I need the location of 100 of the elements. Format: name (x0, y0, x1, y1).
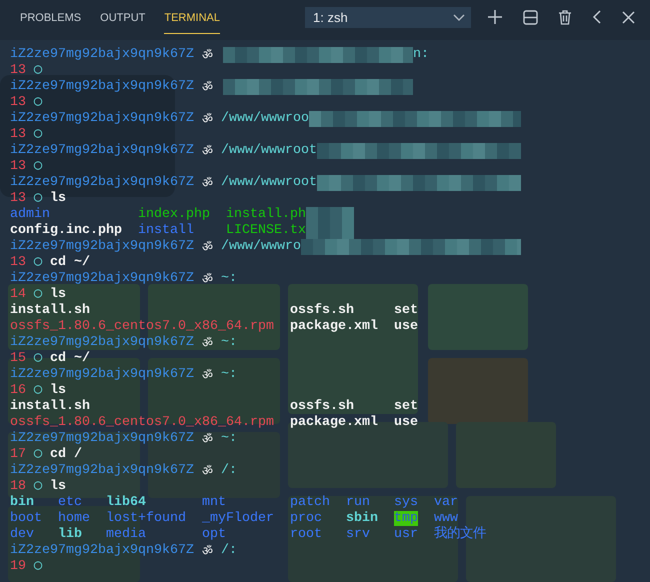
line-number: 13 (10, 127, 26, 143)
prompt-host: iZ2ze97mg92bajx9qn9k67Z (10, 463, 194, 479)
prompt-host: iZ2ze97mg92bajx9qn9k67Z (10, 271, 194, 287)
file-name: sbin (346, 511, 378, 526)
prompt-path: /www/wwwro (220, 239, 301, 255)
prompt-path: ~: (220, 271, 237, 287)
om-symbol: ॐ (202, 431, 213, 447)
prompt-marker: ◯ (34, 127, 42, 143)
prompt-path: ~: (220, 431, 237, 447)
prompt-host: iZ2ze97mg92bajx9qn9k67Z (10, 47, 194, 63)
file-name: 我的文件 (434, 527, 486, 542)
prompt-host: iZ2ze97mg92bajx9qn9k67Z (10, 431, 194, 447)
om-symbol: ॐ (202, 463, 213, 479)
om-symbol: ॐ (202, 79, 213, 95)
file-name: config.inc.php (10, 223, 122, 238)
file-name: tmp (394, 511, 418, 526)
file-name: etc (58, 495, 82, 510)
prompt-host: iZ2ze97mg92bajx9qn9k67Z (10, 367, 194, 383)
file-name: ossfs.sh (290, 399, 354, 414)
file-name: _myFloder (202, 511, 274, 526)
prompt-marker: ◯ (34, 287, 42, 303)
file-name: opt (202, 527, 226, 542)
line-number: 14 (10, 287, 26, 303)
command-text: ls (50, 383, 66, 399)
prompt-marker: ◯ (34, 159, 42, 175)
prompt-path: /www/wwwroot (220, 175, 317, 191)
file-name: lib (58, 527, 82, 542)
file-name: ossfs_1.80.6_centos7.0_x86_64.rpm (10, 415, 274, 430)
file-name: bin (10, 495, 34, 510)
file-name: var (434, 495, 458, 510)
line-number: 19 (10, 559, 26, 575)
prompt-host: iZ2ze97mg92bajx9qn9k67Z (10, 79, 194, 95)
prompt-marker: ◯ (34, 351, 42, 367)
panel-tab[interactable]: OUTPUT (100, 10, 146, 34)
panel-tab[interactable]: PROBLEMS (20, 10, 82, 34)
file-name: proc (290, 511, 322, 526)
file-name: package.xml (290, 415, 378, 430)
file-name: use (394, 319, 418, 334)
file-name: install.sh (10, 303, 90, 318)
prompt-host: iZ2ze97mg92bajx9qn9k67Z (10, 175, 194, 191)
prompt-marker: ◯ (34, 191, 42, 207)
file-name: set (394, 399, 418, 414)
prompt-marker: ◯ (34, 447, 42, 463)
split-icon[interactable] (523, 10, 538, 24)
terminal-select[interactable]: 1: zsh (305, 7, 471, 28)
line-number: 13 (10, 63, 26, 79)
command-text: ls (50, 479, 66, 495)
prompt-path: /: (220, 463, 237, 479)
prompt-path: n: (412, 47, 429, 63)
command-text: cd ~/ (50, 255, 90, 271)
om-symbol: ॐ (202, 47, 213, 63)
om-symbol: ॐ (202, 175, 213, 191)
file-name: ossfs.sh (290, 303, 354, 318)
line-number: 13 (10, 255, 26, 271)
prompt-host: iZ2ze97mg92bajx9qn9k67Z (10, 335, 194, 351)
line-number: 16 (10, 383, 26, 399)
prompt-marker: ◯ (34, 95, 42, 111)
om-symbol: ॐ (202, 143, 213, 159)
file-name: srv (346, 527, 370, 542)
file-name: package.xml (290, 319, 378, 334)
prompt-host: iZ2ze97mg92bajx9qn9k67Z (10, 111, 194, 127)
prompt-host: iZ2ze97mg92bajx9qn9k67Z (10, 543, 194, 559)
file-name: lost+found (106, 511, 186, 526)
file-name: www (434, 511, 458, 526)
file-name: ossfs_1.80.6_centos7.0_x86_64.rpm (10, 319, 274, 334)
file-name: mnt (202, 495, 226, 510)
prompt-marker: ◯ (34, 63, 42, 79)
chevron-left-icon[interactable] (592, 10, 602, 24)
file-name: run (346, 495, 370, 510)
prompt-path: /www/wwwroot (220, 143, 317, 159)
panel-tab[interactable]: TERMINAL (164, 10, 220, 34)
line-number: 18 (10, 479, 26, 495)
prompt-path: /www/wwwroo (220, 111, 309, 127)
command-text: cd / (50, 447, 82, 463)
prompt-host: iZ2ze97mg92bajx9qn9k67Z (10, 143, 194, 159)
prompt-marker: ◯ (34, 255, 42, 271)
om-symbol: ॐ (202, 335, 213, 351)
line-number: 17 (10, 447, 26, 463)
command-text: ls (50, 287, 66, 303)
file-name: dev (10, 527, 34, 542)
file-name: admin (10, 207, 50, 222)
file-name: install.sh (10, 399, 90, 414)
close-icon[interactable] (622, 10, 635, 24)
command-text: cd ~/ (50, 351, 90, 367)
file-name: usr (394, 527, 418, 542)
file-name: patch (290, 495, 330, 510)
prompt-marker: ◯ (34, 383, 42, 399)
line-number: 13 (10, 159, 26, 175)
file-name: install (138, 223, 194, 238)
om-symbol: ॐ (202, 271, 213, 287)
trash-icon[interactable] (558, 10, 572, 24)
file-name: index.php (138, 207, 210, 222)
file-name: boot (10, 511, 42, 526)
line-number: 13 (10, 95, 26, 111)
file-name: install.ph (226, 207, 306, 222)
prompt-path: ~: (220, 335, 237, 351)
file-name: sys (394, 495, 418, 510)
plus-icon[interactable] (487, 9, 503, 25)
prompt-marker: ◯ (34, 479, 42, 495)
file-name: lib64 (106, 495, 146, 510)
